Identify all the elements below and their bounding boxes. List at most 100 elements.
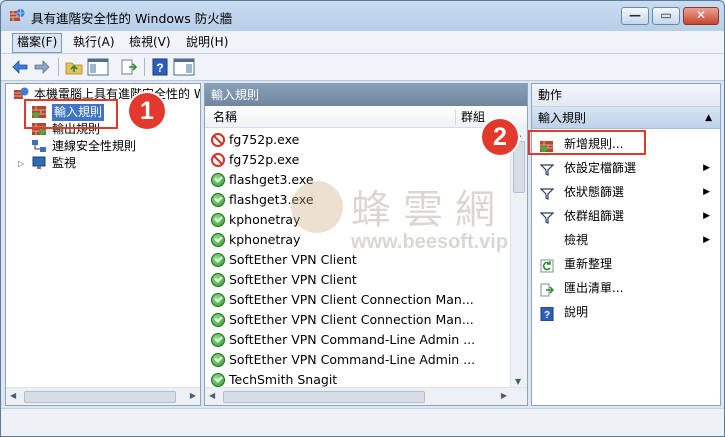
action-item[interactable]: 重新整理	[532, 252, 720, 276]
scroll-thumb[interactable]	[223, 391, 425, 403]
window-title: 具有進階安全性的 Windows 防火牆	[31, 11, 233, 26]
action-item[interactable]: 依設定檔篩選 ▶	[532, 156, 720, 180]
scroll-left-icon[interactable]: ◀	[10, 391, 16, 400]
title-bar[interactable]: 具有進階安全性的 Windows 防火牆 — ▭ ✕	[1, 1, 724, 31]
action-label: 依群組篩選	[564, 209, 625, 223]
submenu-arrow-icon: ▶	[703, 211, 710, 221]
column-name[interactable]: 名稱	[213, 107, 237, 127]
actions-list: 新增規則... 依設定檔篩選 ▶ 依狀態篩選 ▶ 依群組篩選 ▶ 檢視 ▶ 重新整理 匯出清單...…	[532, 130, 720, 330]
menu-bar: 檔案(F) 執行(A) 檢視(V) 說明(H)	[1, 31, 724, 54]
allow-rule-icon	[211, 373, 225, 387]
action-label: 重新整理	[564, 257, 613, 271]
table-row[interactable]: SoftEther VPN Command-Line Admin ...	[205, 350, 511, 370]
monitoring-icon	[32, 156, 46, 169]
action-item[interactable]: 依狀態篩選 ▶	[532, 180, 720, 204]
callout-number-2: 2	[482, 119, 518, 155]
rule-name: SoftEther VPN Client	[229, 252, 357, 267]
allow-rule-icon	[211, 273, 225, 287]
tree-item-label: 監視	[52, 156, 77, 170]
up-folder-icon[interactable]	[65, 58, 83, 76]
scroll-thumb[interactable]	[24, 391, 176, 403]
rules-list: fg752p.exe fg752p.exe flashget3.exe flashge…	[205, 130, 511, 388]
filter-icon	[539, 185, 555, 200]
table-row[interactable]: SoftEther VPN Command-Line Admin ...	[205, 330, 511, 350]
allow-rule-icon	[211, 353, 225, 367]
show-hide-tree-icon[interactable]	[87, 58, 109, 76]
scroll-thumb[interactable]	[513, 141, 525, 193]
maximize-icon: ▭	[660, 8, 672, 22]
toolbar-separator	[144, 58, 145, 76]
menu-file[interactable]: 檔案(F)	[12, 33, 63, 53]
submenu-arrow-icon: ▶	[703, 163, 710, 173]
table-row[interactable]: flashget3.exe	[205, 170, 511, 190]
action-label: 說明	[564, 305, 589, 319]
rules-vertical-scrollbar[interactable]: ▲ ▼	[510, 127, 527, 388]
scroll-right-icon[interactable]: ▶	[501, 391, 507, 400]
maximize-button[interactable]: ▭	[652, 7, 680, 25]
action-item[interactable]: 匯出清單...	[532, 276, 720, 300]
allow-rule-icon	[211, 333, 225, 347]
minimize-icon: —	[629, 8, 641, 22]
menu-help[interactable]: 說明(H)	[182, 33, 232, 51]
action-label: 依設定檔篩選	[564, 161, 637, 175]
action-item[interactable]: ? 說明	[532, 300, 720, 324]
menu-view[interactable]: 檢視(V)	[125, 33, 175, 51]
action-item[interactable]: 檢視 ▶	[532, 228, 720, 252]
help-icon[interactable]: ?	[151, 58, 169, 76]
rule-name: SoftEther VPN Command-Line Admin ...	[229, 352, 476, 367]
table-row[interactable]: kphonetray	[205, 210, 511, 230]
rule-name: SoftEther VPN Client Connection Man...	[229, 292, 474, 307]
console-tree-pane: 本機電腦上具有進階安全性的 W 輸入規則 輸出規則 連線安全性規則 ▷ 監視 ◀…	[5, 83, 201, 406]
svg-text:?: ?	[156, 61, 163, 75]
table-row[interactable]: SoftEther VPN Client	[205, 270, 511, 290]
back-arrow-icon[interactable]	[11, 58, 29, 76]
minimize-button[interactable]: —	[621, 7, 649, 25]
rules-pane: 輸入規則 名稱 群組 fg752p.exe fg752p.exe flashget3…	[204, 83, 528, 406]
table-row[interactable]: TechSmith Snagit	[205, 370, 511, 388]
menu-action[interactable]: 執行(A)	[69, 33, 119, 51]
rule-name: kphonetray	[229, 212, 301, 227]
expand-arrow-icon[interactable]: ▷	[18, 155, 24, 172]
filter-icon	[539, 161, 555, 176]
rules-pane-header: 輸入規則	[205, 84, 527, 106]
export-icon	[540, 281, 555, 297]
actions-pane-header: 動作	[532, 84, 720, 107]
table-row[interactable]: flashget3.exe	[205, 190, 511, 210]
collapse-arrow-icon[interactable]: ▲	[705, 107, 712, 129]
filter-icon	[539, 209, 555, 224]
scroll-right-icon[interactable]: ▶	[190, 391, 196, 400]
table-row[interactable]: fg752p.exe	[205, 150, 511, 170]
allow-rule-icon	[211, 233, 225, 247]
forward-arrow-icon[interactable]	[33, 58, 51, 76]
rule-name: flashget3.exe	[229, 192, 314, 207]
allow-rule-icon	[211, 253, 225, 267]
scroll-left-icon[interactable]: ◀	[209, 391, 215, 400]
tree-item-label: 連線安全性規則	[52, 139, 137, 153]
table-row[interactable]: SoftEther VPN Client	[205, 250, 511, 270]
toolbar-separator	[58, 58, 59, 76]
help-icon: ?	[540, 305, 554, 322]
table-row[interactable]: SoftEther VPN Client Connection Man...	[205, 310, 511, 330]
close-button[interactable]: ✕	[683, 7, 719, 25]
close-icon: ✕	[695, 8, 707, 22]
allow-rule-icon	[211, 213, 225, 227]
rule-name: SoftEther VPN Command-Line Admin ...	[229, 332, 476, 347]
scroll-down-icon[interactable]: ▼	[515, 377, 521, 386]
column-divider[interactable]	[455, 109, 456, 125]
tree-horizontal-scrollbar[interactable]: ◀ ▶	[6, 387, 200, 405]
show-hide-action-pane-icon[interactable]	[173, 58, 195, 76]
connection-security-icon	[32, 140, 46, 152]
action-label: 依狀態篩選	[564, 185, 625, 199]
actions-section-inbound-rules[interactable]: 輸入規則 ▲	[532, 107, 720, 129]
column-group[interactable]: 群組	[461, 107, 485, 127]
allow-rule-icon	[211, 313, 225, 327]
rules-horizontal-scrollbar[interactable]: ◀ ▶	[205, 387, 527, 405]
table-row[interactable]: SoftEther VPN Client Connection Man...	[205, 290, 511, 310]
export-list-icon[interactable]	[120, 58, 138, 76]
refresh-icon	[540, 257, 554, 273]
table-row[interactable]: kphonetray	[205, 230, 511, 250]
rule-name: TechSmith Snagit	[229, 372, 338, 387]
allow-rule-icon	[211, 293, 225, 307]
table-row[interactable]: fg752p.exe	[205, 130, 511, 150]
action-item[interactable]: 依群組篩選 ▶	[532, 204, 720, 228]
